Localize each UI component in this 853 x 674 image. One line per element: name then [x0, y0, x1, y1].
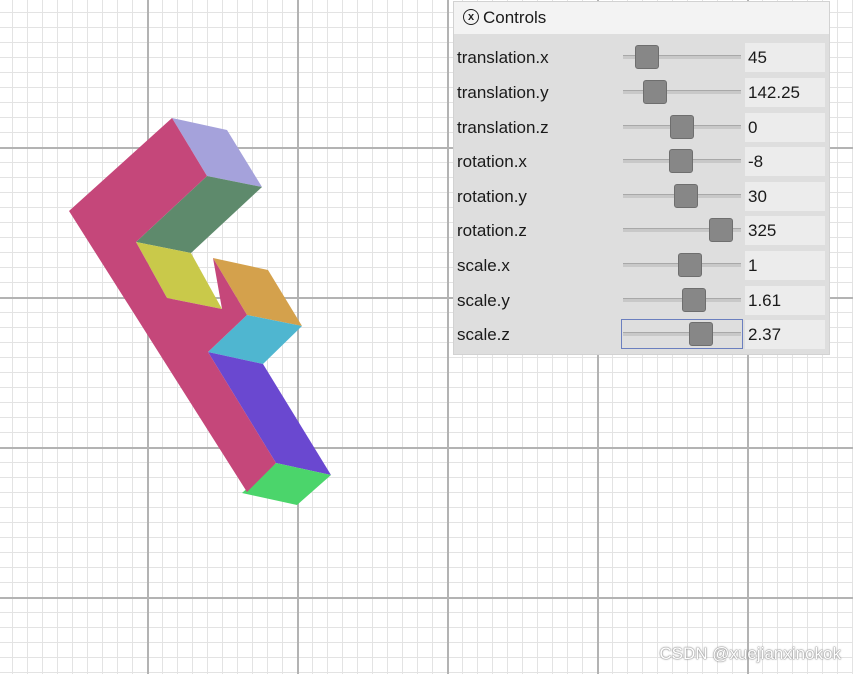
- value-input[interactable]: [745, 182, 825, 211]
- control-row-translation-x: translation.x: [454, 40, 829, 74]
- slider-thumb[interactable]: [669, 149, 693, 173]
- slider[interactable]: [622, 78, 742, 106]
- control-row-rotation-x: rotation.x: [454, 144, 829, 178]
- slider[interactable]: [622, 182, 742, 210]
- control-row-scale-y: scale.y: [454, 283, 829, 317]
- control-label: translation.z: [457, 118, 549, 137]
- slider-thumb[interactable]: [674, 184, 698, 208]
- slider[interactable]: [622, 113, 742, 141]
- slider-thumb[interactable]: [682, 288, 706, 312]
- value-input[interactable]: [745, 113, 825, 142]
- value-input[interactable]: [745, 43, 825, 72]
- control-label: translation.x: [457, 48, 549, 67]
- slider-track: [623, 332, 741, 336]
- value-input[interactable]: [745, 320, 825, 349]
- value-input[interactable]: [745, 147, 825, 176]
- control-row-translation-z: translation.z: [454, 110, 829, 144]
- control-row-rotation-y: rotation.y: [454, 179, 829, 213]
- control-row-rotation-z: rotation.z: [454, 213, 829, 247]
- panel-header: x Controls: [454, 2, 829, 34]
- control-label: scale.x: [457, 256, 510, 275]
- control-label: rotation.x: [457, 152, 527, 171]
- slider[interactable]: [622, 216, 742, 244]
- value-input[interactable]: [745, 216, 825, 245]
- value-input[interactable]: [745, 286, 825, 315]
- close-icon[interactable]: x: [463, 9, 479, 25]
- slider-track: [623, 90, 741, 94]
- slider-thumb[interactable]: [635, 45, 659, 69]
- slider[interactable]: [622, 286, 742, 314]
- slider-thumb[interactable]: [689, 322, 713, 346]
- slider[interactable]: [622, 147, 742, 175]
- watermark: CSDN @xuejianxinokok: [659, 644, 841, 663]
- slider-thumb[interactable]: [643, 80, 667, 104]
- control-row-scale-z: scale.z: [454, 317, 829, 351]
- control-label: rotation.y: [457, 187, 527, 206]
- value-input[interactable]: [745, 78, 825, 107]
- control-label: rotation.z: [457, 221, 527, 240]
- canvas-viewport[interactable]: x Controls translation.x translation.y t…: [0, 0, 853, 674]
- value-input[interactable]: [745, 251, 825, 280]
- control-label: scale.z: [457, 325, 510, 344]
- slider-thumb[interactable]: [709, 218, 733, 242]
- slider-thumb[interactable]: [670, 115, 694, 139]
- controls-panel: x Controls translation.x translation.y t…: [454, 2, 829, 354]
- slider-thumb[interactable]: [678, 253, 702, 277]
- slider[interactable]: [621, 319, 743, 349]
- control-label: scale.y: [457, 291, 510, 310]
- slider[interactable]: [622, 43, 742, 71]
- control-row-scale-x: scale.x: [454, 248, 829, 282]
- panel-title: Controls: [483, 8, 547, 27]
- control-row-translation-y: translation.y: [454, 75, 829, 109]
- slider[interactable]: [622, 251, 742, 279]
- control-label: translation.y: [457, 83, 549, 102]
